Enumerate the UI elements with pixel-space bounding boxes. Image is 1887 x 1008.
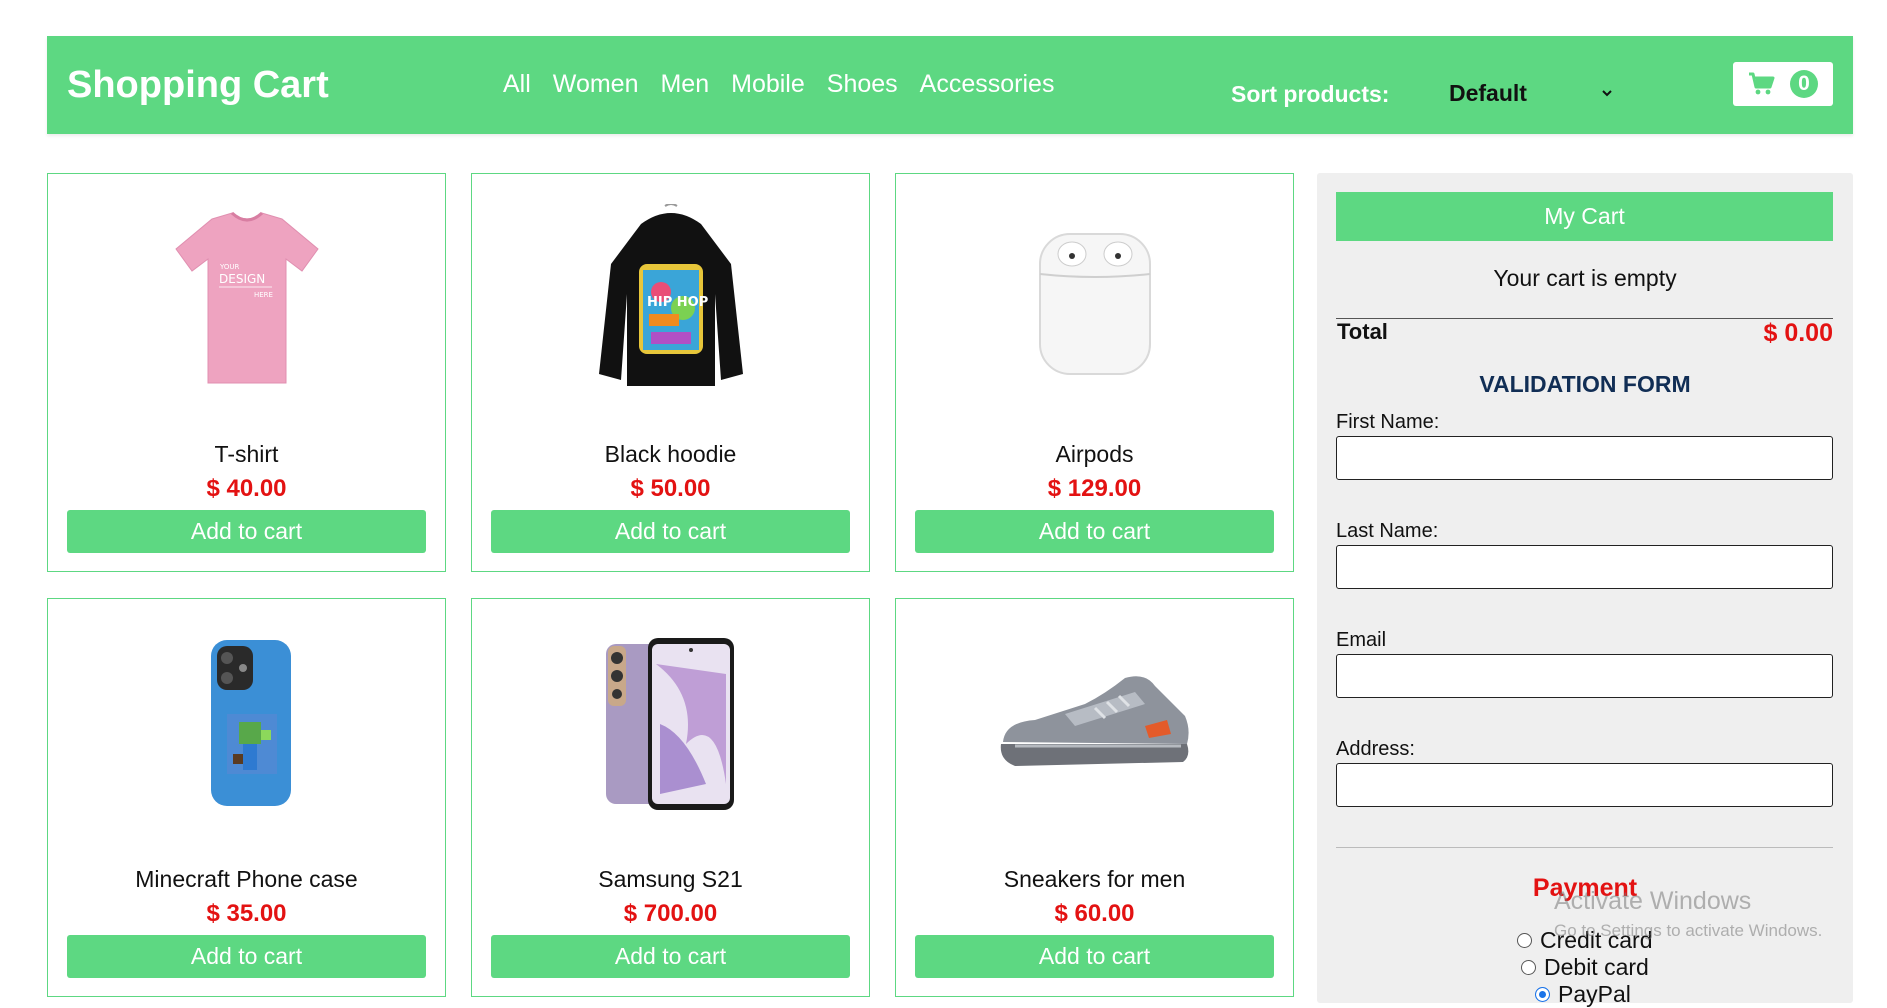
product-price: $ 35.00 [206, 900, 287, 927]
product-card: Samsung S21 $ 700.00 Add to cart [471, 598, 870, 997]
sort-select[interactable]: Default [1449, 78, 1614, 108]
product-image: YOUR DESIGN HERE [48, 204, 445, 394]
cart-sidebar: My Cart Your cart is empty Total $ 0.00 … [1317, 173, 1853, 1007]
sort-label: Sort products: [1231, 81, 1390, 107]
add-to-cart-button[interactable]: Add to cart [491, 935, 850, 978]
total-value: $ 0.00 [1763, 319, 1833, 347]
payment-option-label: PayPal [1558, 981, 1631, 1007]
product-card: Airpods $ 129.00 Add to cart [895, 173, 1294, 572]
nav-item-men[interactable]: Men [660, 70, 709, 99]
add-to-cart-button[interactable]: Add to cart [67, 510, 426, 553]
radio-button[interactable] [1521, 960, 1536, 975]
activate-windows-subtitle: Go to Settings to activate Windows. [1554, 921, 1823, 940]
radio-button[interactable] [1535, 987, 1550, 1002]
total-label: Total [1337, 319, 1388, 344]
email-label: Email [1336, 629, 1387, 651]
product-name: Black hoodie [604, 441, 737, 467]
nav-item-women[interactable]: Women [553, 70, 639, 99]
svg-text:YOUR: YOUR [219, 263, 240, 271]
divider [1336, 318, 1833, 319]
product-price: $ 40.00 [206, 475, 287, 502]
add-to-cart-button[interactable]: Add to cart [915, 510, 1274, 553]
product-card: HIP HOP Black hoodie $ 50.00 Add to cart [471, 173, 870, 572]
activate-windows-watermark: Activate Windows [1554, 887, 1752, 915]
product-card: YOUR DESIGN HERE T-shirt $ 40.00 Add to … [47, 173, 446, 572]
email-field[interactable] [1336, 654, 1833, 698]
my-cart-button[interactable]: My Cart [1336, 192, 1833, 241]
product-price: $ 60.00 [1054, 900, 1135, 927]
product-name: T-shirt [214, 441, 279, 467]
add-to-cart-button[interactable]: Add to cart [67, 935, 426, 978]
top-nav-bar: Shopping Cart All Women Men Mobile Shoes… [47, 36, 1853, 134]
product-price: $ 700.00 [623, 900, 718, 927]
product-card: Minecraft Phone case $ 35.00 Add to cart [47, 598, 446, 997]
first-name-field[interactable] [1336, 436, 1833, 480]
last-name-label: Last Name: [1336, 520, 1439, 542]
add-to-cart-button[interactable]: Add to cart [915, 935, 1274, 978]
smartphone-image [605, 638, 734, 810]
brand-title: Shopping Cart [67, 64, 329, 106]
chevron-down-icon [1602, 90, 1612, 97]
last-name-field[interactable] [1336, 545, 1833, 589]
cart-count-badge: 0 [1790, 70, 1818, 98]
category-nav: All Women Men Mobile Shoes Accessories [503, 70, 1054, 99]
cart-empty-message: Your cart is empty [1493, 265, 1677, 291]
nav-item-accessories[interactable]: Accessories [920, 70, 1055, 99]
address-field[interactable] [1336, 763, 1833, 807]
phone-case-image [210, 640, 291, 806]
product-image [48, 629, 445, 819]
product-price: $ 129.00 [1047, 475, 1142, 502]
validation-form-title: VALIDATION FORM [1479, 371, 1691, 397]
product-image [896, 629, 1293, 819]
hoodie-image: HIP HOP [598, 204, 743, 386]
add-to-cart-button[interactable]: Add to cart [491, 510, 850, 553]
product-name: Sneakers for men [1003, 866, 1186, 892]
product-price: $ 50.00 [630, 475, 711, 502]
address-label: Address: [1336, 738, 1415, 760]
product-name: Samsung S21 [598, 866, 743, 892]
product-name: Minecraft Phone case [135, 866, 358, 892]
tshirt-image: YOUR DESIGN HERE [174, 211, 319, 384]
product-image: HIP HOP [472, 204, 869, 394]
payment-option-paypal[interactable]: PayPal [1535, 981, 1631, 1008]
svg-text:HERE: HERE [254, 291, 273, 299]
sneaker-image [1000, 676, 1189, 766]
nav-item-shoes[interactable]: Shoes [827, 70, 898, 99]
divider [1336, 847, 1833, 848]
product-image [472, 629, 869, 819]
sort-selected-value: Default [1449, 79, 1527, 106]
svg-text:HIP HOP: HIP HOP [647, 295, 708, 310]
product-card: Sneakers for men $ 60.00 Add to cart [895, 598, 1294, 997]
payment-option-label: Debit card [1544, 954, 1649, 980]
nav-item-all[interactable]: All [503, 70, 531, 99]
nav-item-mobile[interactable]: Mobile [731, 70, 805, 99]
radio-button[interactable] [1517, 933, 1532, 948]
product-name: Airpods [1055, 441, 1134, 467]
product-image [896, 204, 1293, 394]
payment-option-debit[interactable]: Debit card [1521, 954, 1649, 981]
cart-button[interactable]: 0 [1733, 62, 1833, 106]
first-name-label: First Name: [1336, 411, 1440, 433]
svg-text:DESIGN: DESIGN [219, 272, 265, 286]
airpods-image [1038, 233, 1151, 375]
cart-icon [1749, 72, 1775, 95]
